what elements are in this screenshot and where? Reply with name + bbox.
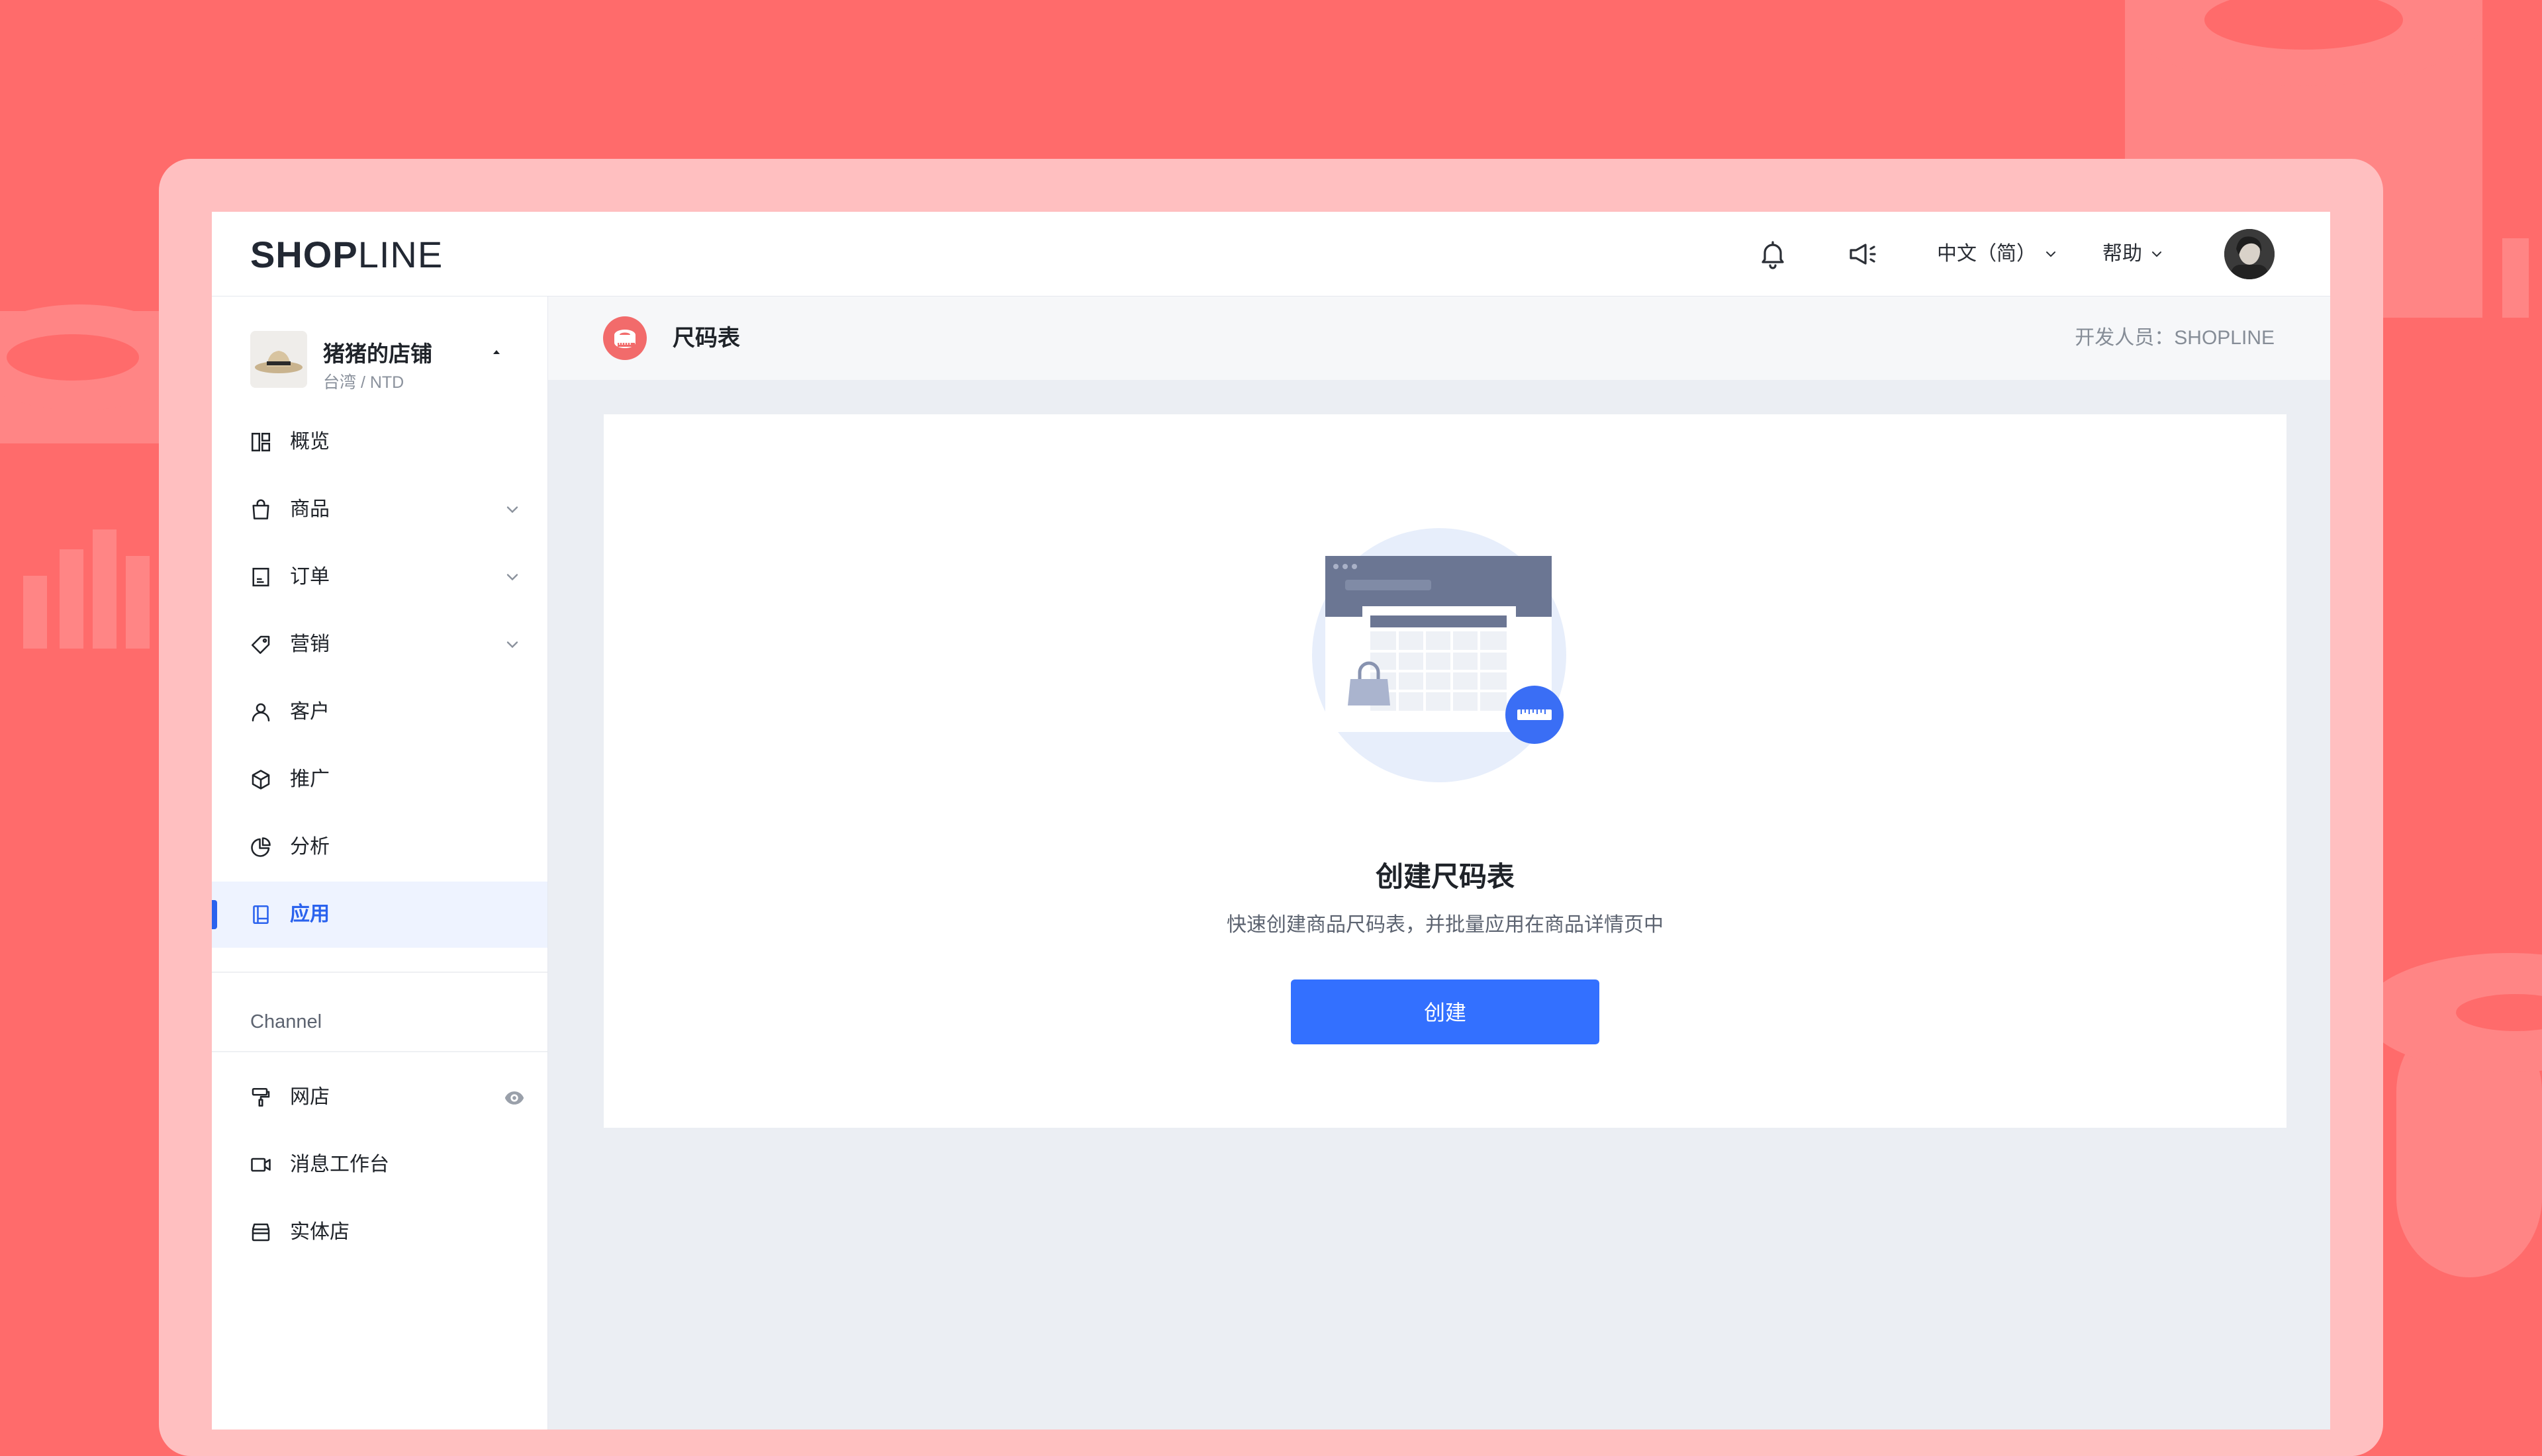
help-menu[interactable]: 帮助	[2102, 238, 2165, 270]
sidebar-item-message-center[interactable]: 消息工作台	[212, 1132, 547, 1198]
tag-icon	[251, 635, 270, 655]
sidebar-item-label: 营销	[290, 633, 330, 655]
sidebar-item-customers[interactable]: 客户	[212, 679, 547, 745]
empty-state-description: 快速创建商品尺码表，并批量应用在商品详情页中	[1227, 914, 1664, 936]
store-icon	[252, 1223, 270, 1242]
dashboard-icon	[251, 432, 271, 452]
logo-text-bold: OP	[303, 234, 358, 275]
size-chart-illustration	[1312, 528, 1566, 782]
sidebar-item-overview[interactable]: 概览	[212, 409, 547, 475]
bag-icon	[252, 499, 269, 520]
user-avatar[interactable]	[2224, 229, 2275, 279]
language-label: 中文（简）	[1937, 243, 2036, 265]
chevron-down-icon	[506, 641, 518, 649]
sidebar-divider	[212, 972, 547, 973]
create-size-chart-button[interactable]: 创建	[1291, 979, 1599, 1044]
brush-icon	[252, 1087, 270, 1107]
chevron-down-icon	[2046, 251, 2055, 257]
sidebar-item-physical-store[interactable]: 实体店	[212, 1199, 547, 1265]
chevron-down-icon	[506, 574, 518, 581]
order-icon	[252, 567, 269, 587]
sidebar-item-label: 消息工作台	[290, 1154, 389, 1175]
store-switcher[interactable]: 猪猪的店铺 台湾 / NTD	[250, 331, 535, 392]
pie-icon	[251, 837, 271, 857]
shopline-logo[interactable]: SH OP LINE	[250, 235, 443, 275]
sidebar-item-label: 分析	[290, 836, 330, 858]
page-title: 尺码表	[673, 326, 740, 351]
sidebar: 猪猪的店铺 台湾 / NTD 概览 商品 订单 营销 客户 推广 分析 应用 C…	[212, 296, 548, 1430]
sidebar-item-marketing[interactable]: 营销	[212, 612, 547, 678]
user-icon	[252, 703, 270, 722]
chevron-down-icon	[506, 506, 518, 514]
store-logo	[250, 331, 307, 388]
app-window: SH OP LINE 中文（简） 帮助 猪猪的店铺 台湾 / NTD 概览 商品…	[212, 212, 2330, 1430]
sidebar-item-label: 概览	[290, 431, 330, 453]
logo-text-suffix: LINE	[357, 234, 444, 275]
sidebar-item-orders[interactable]: 订单	[212, 544, 547, 610]
sidebar-item-label: 推广	[290, 768, 330, 790]
sidebar-item-label: 订单	[290, 566, 330, 588]
empty-state-card: 创建尺码表 快速创建商品尺码表，并批量应用在商品详情页中 创建	[604, 414, 2286, 1128]
eye-icon[interactable]	[503, 1087, 526, 1109]
store-region-currency: 台湾 / NTD	[323, 373, 404, 392]
empty-state-title: 创建尺码表	[1375, 861, 1515, 892]
sidebar-item-label: 实体店	[290, 1221, 350, 1243]
video-icon	[251, 1158, 271, 1172]
sidebar-item-apps[interactable]: 应用	[212, 882, 547, 948]
sidebar-item-products[interactable]: 商品	[212, 477, 547, 543]
sidebar-divider	[212, 1051, 547, 1052]
language-selector[interactable]: 中文（简）	[1937, 238, 2059, 270]
top-bar: SH OP LINE 中文（简） 帮助	[212, 212, 2330, 296]
logo-text-prefix: SH	[250, 234, 303, 275]
page-header: 尺码表 开发人员：SHOPLINE	[548, 296, 2330, 380]
cube-icon	[252, 770, 270, 790]
help-label: 帮助	[2102, 243, 2142, 265]
bell-icon[interactable]	[1757, 238, 1789, 270]
sidebar-item-online-store[interactable]: 网店	[212, 1064, 547, 1130]
sidebar-item-promotion[interactable]: 推广	[212, 747, 547, 813]
chevron-down-icon	[2152, 251, 2161, 257]
megaphone-icon[interactable]	[1847, 238, 1879, 270]
caret-up-icon	[493, 350, 500, 354]
store-name: 猪猪的店铺	[323, 341, 432, 366]
sidebar-item-analytics[interactable]: 分析	[212, 814, 547, 880]
size-chart-app-icon	[603, 316, 647, 360]
channel-section-label: Channel	[250, 1011, 322, 1032]
developer-info: 开发人员：SHOPLINE	[2075, 327, 2275, 349]
sidebar-item-label: 应用	[290, 903, 330, 925]
app-icon	[253, 905, 269, 925]
sidebar-item-label: 客户	[290, 701, 330, 723]
sidebar-item-label: 商品	[290, 498, 330, 520]
sidebar-item-label: 网店	[290, 1086, 330, 1108]
